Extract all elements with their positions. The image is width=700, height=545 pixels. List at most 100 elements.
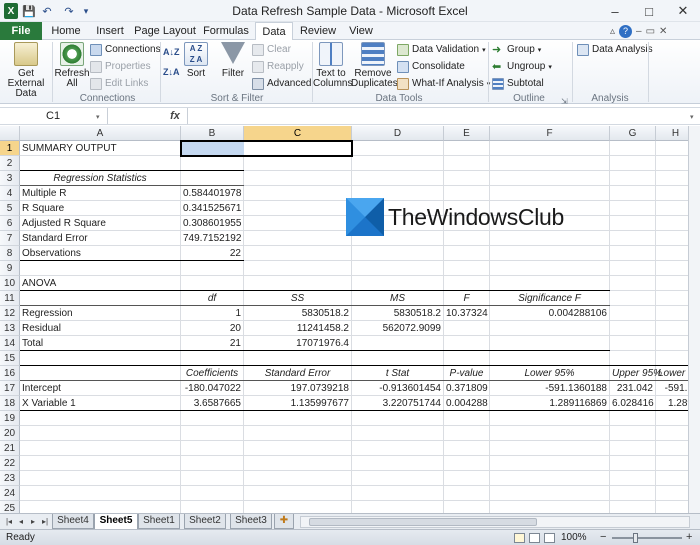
- zoom-level[interactable]: 100%: [561, 530, 587, 545]
- workbook-restore-icon[interactable]: ▭: [646, 26, 655, 37]
- horizontal-scrollbar[interactable]: [300, 516, 690, 528]
- cell-f12[interactable]: 0.004288106: [490, 306, 609, 321]
- properties-button[interactable]: Properties: [90, 59, 151, 74]
- row-header-16[interactable]: 16: [0, 366, 20, 381]
- tab-page-layout[interactable]: Page Layout: [134, 22, 196, 40]
- cell-a1[interactable]: SUMMARY OUTPUT: [20, 141, 180, 156]
- cell-b17[interactable]: -180.047022: [181, 381, 243, 396]
- workbook-minimize-icon[interactable]: –: [636, 26, 642, 37]
- cell-a5[interactable]: R Square: [20, 201, 180, 216]
- zoom-in-icon[interactable]: +: [686, 530, 692, 545]
- sheet-tab-sheet2[interactable]: Sheet2: [184, 514, 226, 529]
- row-header-19[interactable]: 19: [0, 411, 20, 426]
- tab-formulas[interactable]: Formulas: [200, 22, 252, 40]
- insert-sheet-icon[interactable]: ✚: [274, 514, 294, 529]
- row-header-6[interactable]: 6: [0, 216, 20, 231]
- cell-a3[interactable]: Regression Statistics: [20, 171, 180, 186]
- select-all-corner[interactable]: [0, 126, 20, 141]
- cell-d11[interactable]: MS: [352, 291, 443, 306]
- expand-formula-bar-icon[interactable]: ▾: [690, 109, 694, 124]
- filter-button[interactable]: Filter: [218, 42, 248, 79]
- sort-z-a-icon[interactable]: Z↓A: [163, 64, 180, 79]
- sheet-tab-sheet5[interactable]: Sheet5: [94, 514, 138, 530]
- row-header-11[interactable]: 11: [0, 291, 20, 306]
- cell-a4[interactable]: Multiple R: [20, 186, 180, 201]
- cell-a14[interactable]: Total: [20, 336, 180, 351]
- connections-button[interactable]: Connections: [90, 42, 161, 57]
- cell-g18[interactable]: 6.028416: [610, 396, 655, 411]
- tab-review[interactable]: Review: [297, 22, 339, 40]
- cell-a7[interactable]: Standard Error: [20, 231, 180, 246]
- cell-d12[interactable]: 5830518.2: [352, 306, 443, 321]
- tab-insert[interactable]: Insert: [90, 22, 130, 40]
- cell-d18[interactable]: 3.220751744: [352, 396, 443, 411]
- data-analysis-button[interactable]: Data Analysis: [577, 42, 653, 57]
- cell-b6[interactable]: 0.308601955: [181, 216, 243, 231]
- row-header-22[interactable]: 22: [0, 456, 20, 471]
- cell-g16[interactable]: Upper 95%: [610, 366, 662, 381]
- cell-c11[interactable]: SS: [244, 291, 351, 306]
- insert-function-icon[interactable]: fx: [165, 108, 185, 124]
- row-header-15[interactable]: 15: [0, 351, 20, 366]
- last-sheet-icon[interactable]: ▸|: [40, 516, 50, 527]
- cell-b11[interactable]: df: [181, 291, 243, 306]
- row-header-12[interactable]: 12: [0, 306, 20, 321]
- cell-a12[interactable]: Regression: [20, 306, 180, 321]
- tab-home[interactable]: Home: [46, 22, 86, 40]
- page-layout-view-icon[interactable]: [529, 533, 540, 543]
- row-header-24[interactable]: 24: [0, 486, 20, 501]
- row-header-8[interactable]: 8: [0, 246, 20, 261]
- column-header-f[interactable]: F: [490, 126, 610, 141]
- next-sheet-icon[interactable]: ▸: [28, 516, 38, 527]
- vertical-scrollbar[interactable]: [688, 126, 700, 513]
- formula-input[interactable]: [187, 108, 688, 124]
- sort-a-z-icon[interactable]: A↓Z: [163, 44, 180, 59]
- cell-b7[interactable]: 749.7152192: [181, 231, 243, 246]
- row-header-20[interactable]: 20: [0, 426, 20, 441]
- name-box[interactable]: C1: [0, 108, 108, 124]
- column-header-b[interactable]: B: [181, 126, 244, 141]
- sort-button[interactable]: A ZZ A Sort: [182, 42, 210, 79]
- cell-b8[interactable]: 22: [181, 246, 243, 261]
- row-header-5[interactable]: 5: [0, 201, 20, 216]
- cell-c16[interactable]: Standard Error: [244, 366, 351, 381]
- ungroup-button[interactable]: ⬅ Ungroup ▾: [492, 59, 552, 74]
- cell-c12[interactable]: 5830518.2: [244, 306, 351, 321]
- first-sheet-icon[interactable]: |◂: [4, 516, 14, 527]
- data-validation-button[interactable]: Data Validation ▾: [397, 42, 486, 57]
- cell-f17[interactable]: -591.1360188: [490, 381, 609, 396]
- cell-e12[interactable]: 10.37324: [444, 306, 489, 321]
- zoom-out-icon[interactable]: −: [600, 530, 606, 545]
- row-header-9[interactable]: 9: [0, 261, 20, 276]
- horizontal-scroll-thumb[interactable]: [309, 518, 537, 526]
- column-header-e[interactable]: E: [444, 126, 490, 141]
- cell-a13[interactable]: Residual: [20, 321, 180, 336]
- row-header-25[interactable]: 25: [0, 501, 20, 513]
- remove-duplicates-button[interactable]: Remove Duplicates: [351, 42, 398, 89]
- prev-sheet-icon[interactable]: ◂: [16, 516, 26, 527]
- page-break-view-icon[interactable]: [544, 533, 555, 543]
- row-header-17[interactable]: 17: [0, 381, 20, 396]
- normal-view-icon[interactable]: [514, 533, 525, 543]
- cell-b5[interactable]: 0.341525671: [181, 201, 243, 216]
- row-header-4[interactable]: 4: [0, 186, 20, 201]
- cell-b4[interactable]: 0.584401978: [181, 186, 243, 201]
- row-header-1[interactable]: 1: [0, 141, 20, 156]
- cell-c18[interactable]: 1.135997677: [244, 396, 351, 411]
- cell-f18[interactable]: 1.289116869: [490, 396, 609, 411]
- active-cell-c1[interactable]: [180, 140, 353, 157]
- zoom-slider-thumb[interactable]: [633, 533, 638, 543]
- minimize-icon[interactable]: –: [598, 0, 632, 22]
- sheet-tab-sheet3[interactable]: Sheet3: [230, 514, 272, 529]
- row-header-14[interactable]: 14: [0, 336, 20, 351]
- row-header-13[interactable]: 13: [0, 321, 20, 336]
- cell-b16[interactable]: Coefficients: [181, 366, 243, 381]
- cell-a8[interactable]: Observations: [20, 246, 180, 261]
- cell-c13[interactable]: 11241458.2: [244, 321, 351, 336]
- cell-d16[interactable]: t Stat: [352, 366, 443, 381]
- cell-d17[interactable]: -0.913601454: [352, 381, 443, 396]
- column-header-a[interactable]: A: [20, 126, 181, 141]
- cell-d13[interactable]: 562072.9099: [352, 321, 443, 336]
- group-button[interactable]: ➜ Group ▾: [492, 42, 541, 57]
- cell-a18[interactable]: X Variable 1: [20, 396, 180, 411]
